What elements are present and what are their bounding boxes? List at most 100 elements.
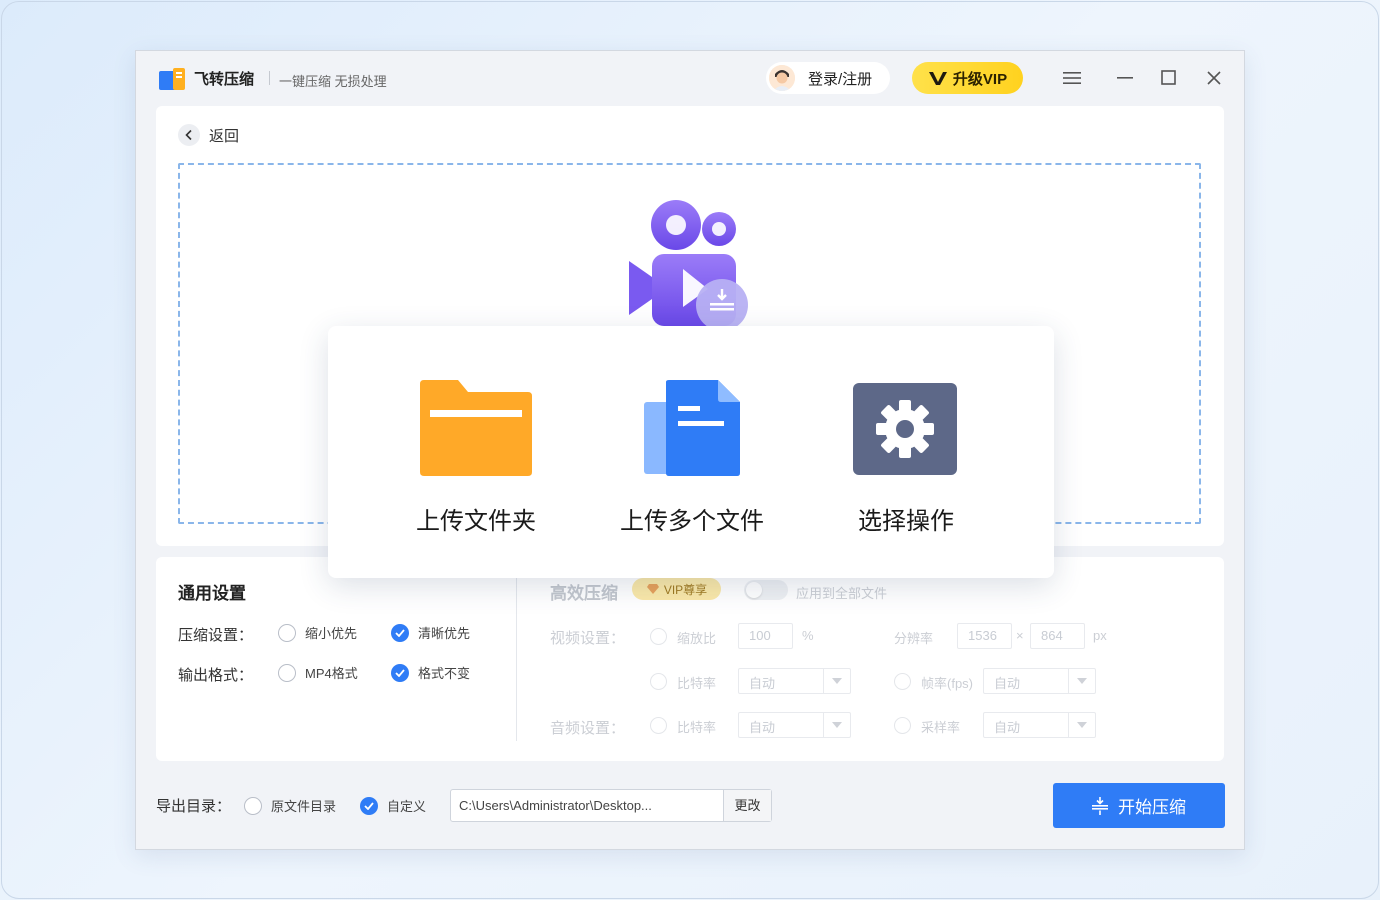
radio-unchecked xyxy=(244,796,262,815)
folder-icon xyxy=(420,380,532,476)
bitrate-value: 自动 xyxy=(749,676,776,691)
upload-options-popup: 上传文件夹 上传多个文件 选择操作 xyxy=(328,326,1054,578)
scale-unit: % xyxy=(802,628,814,643)
radio-checked xyxy=(391,663,409,682)
option-clarity-first[interactable]: 清晰优先 xyxy=(391,623,470,642)
minimize-button[interactable] xyxy=(1112,65,1138,91)
option-clarity-first-label: 清晰优先 xyxy=(418,626,471,641)
audio-bitrate-label: 比特率 xyxy=(677,720,717,735)
vip-label: 升级VIP xyxy=(952,70,1008,88)
radio-unchecked xyxy=(278,623,296,642)
start-compress-button[interactable]: 开始压缩 xyxy=(1053,783,1225,828)
option-size-first-label: 缩小优先 xyxy=(305,626,358,641)
framerate-select[interactable]: 自动 xyxy=(983,668,1096,694)
option-size-first[interactable]: 缩小优先 xyxy=(278,623,357,642)
resolution-unit: px xyxy=(1093,628,1107,643)
framerate-label: 帧率(fps) xyxy=(921,676,974,691)
resolution-label: 分辨率 xyxy=(894,631,934,646)
start-compress-label: 开始压缩 xyxy=(1118,798,1186,817)
gear-icon xyxy=(853,383,957,475)
video-settings-label: 视频设置： xyxy=(550,630,626,647)
select-operation-option[interactable]: 选择操作 xyxy=(811,326,1001,578)
check-icon xyxy=(395,668,405,677)
export-path-field: C:\Users\Administrator\Desktop... 更改 xyxy=(450,789,772,822)
menu-button[interactable] xyxy=(1059,65,1085,91)
resolution-separator: × xyxy=(1016,628,1024,643)
check-icon xyxy=(395,628,405,637)
output-format-label: 输出格式： xyxy=(178,667,254,684)
hamburger-icon xyxy=(1063,72,1081,84)
diamond-icon xyxy=(646,584,659,594)
radio-checked xyxy=(391,623,409,642)
apply-all-label: 应用到全部文件 xyxy=(796,586,888,601)
upgrade-vip-button[interactable]: 升级VIP xyxy=(912,62,1023,94)
chevron-left-icon xyxy=(185,129,192,141)
option-mp4-format[interactable]: MP4格式 xyxy=(278,663,358,682)
compress-icon xyxy=(1092,796,1108,815)
radio-checked xyxy=(360,796,378,815)
audio-bitrate-select[interactable]: 自动 xyxy=(738,712,851,738)
samplerate-value: 自动 xyxy=(994,720,1021,735)
settings-panel: 通用设置 压缩设置： 缩小优先 清晰优先 输出格式： MP4格式 格式不变 高效… xyxy=(156,557,1224,761)
chevron-down-icon xyxy=(1068,713,1095,737)
vip-exclusive-label: VIP尊享 xyxy=(663,582,708,597)
audio-bitrate-value: 自动 xyxy=(749,720,776,735)
settings-divider xyxy=(516,577,517,741)
upload-files-option[interactable]: 上传多个文件 xyxy=(597,326,787,578)
maximize-icon xyxy=(1161,70,1176,85)
close-icon xyxy=(1207,71,1221,85)
files-icon xyxy=(644,380,740,476)
scale-label: 缩放比 xyxy=(677,631,717,646)
scale-radio[interactable] xyxy=(650,628,667,645)
close-button[interactable] xyxy=(1201,65,1227,91)
samplerate-radio[interactable] xyxy=(894,717,911,734)
export-path-input[interactable]: C:\Users\Administrator\Desktop... xyxy=(451,790,723,821)
option-original-dir[interactable]: 原文件目录 xyxy=(244,796,336,815)
general-settings-title: 通用设置 xyxy=(178,584,246,603)
back-circle xyxy=(178,124,200,146)
bitrate-radio[interactable] xyxy=(650,673,667,690)
radio-unchecked xyxy=(278,663,296,682)
option-original-dir-label: 原文件目录 xyxy=(271,799,337,814)
title-bar: 飞转压缩 一键压缩 无损处理 登录/注册 升级VIP xyxy=(136,51,1244,107)
resolution-height-input[interactable]: 864 xyxy=(1030,623,1085,649)
bitrate-select[interactable]: 自动 xyxy=(738,668,851,694)
login-label: 登录/注册 xyxy=(808,70,873,88)
check-icon xyxy=(364,801,374,810)
avatar xyxy=(769,65,795,91)
framerate-value: 自动 xyxy=(994,676,1021,691)
change-path-button[interactable]: 更改 xyxy=(723,790,771,821)
back-button[interactable]: 返回 xyxy=(178,124,239,146)
maximize-button[interactable] xyxy=(1156,65,1182,91)
vip-exclusive-badge: VIP尊享 xyxy=(632,578,721,600)
video-compress-icon xyxy=(629,200,748,327)
compress-setting-label: 压缩设置： xyxy=(178,627,254,644)
samplerate-select[interactable]: 自动 xyxy=(983,712,1096,738)
samplerate-label: 采样率 xyxy=(921,720,961,735)
chevron-down-icon xyxy=(1068,669,1095,693)
back-label: 返回 xyxy=(209,127,240,145)
efficient-compress-title: 高效压缩 xyxy=(550,584,618,603)
app-name: 飞转压缩 xyxy=(194,71,255,88)
title-divider xyxy=(269,71,270,85)
option-mp4-format-label: MP4格式 xyxy=(305,666,358,681)
app-logo-icon xyxy=(159,68,185,90)
scale-input[interactable]: 100 xyxy=(738,623,793,649)
bitrate-label: 比特率 xyxy=(677,676,717,691)
chevron-down-icon xyxy=(823,669,850,693)
apply-all-toggle[interactable] xyxy=(744,580,788,600)
upload-folder-option[interactable]: 上传文件夹 xyxy=(381,326,571,578)
upload-folder-label: 上传文件夹 xyxy=(416,508,536,535)
audio-settings-label: 音频设置： xyxy=(550,720,626,737)
option-keep-format[interactable]: 格式不变 xyxy=(391,663,470,682)
audio-bitrate-radio[interactable] xyxy=(650,717,667,734)
select-operation-label: 选择操作 xyxy=(858,508,954,535)
resolution-width-input[interactable]: 1536 xyxy=(957,623,1012,649)
option-custom-dir[interactable]: 自定义 xyxy=(360,796,426,815)
app-slogan: 一键压缩 无损处理 xyxy=(279,74,387,89)
framerate-radio[interactable] xyxy=(894,673,911,690)
chevron-down-icon xyxy=(823,713,850,737)
login-button[interactable]: 登录/注册 xyxy=(766,62,890,94)
export-dir-label: 导出目录： xyxy=(156,798,232,815)
upload-files-label: 上传多个文件 xyxy=(620,508,764,535)
